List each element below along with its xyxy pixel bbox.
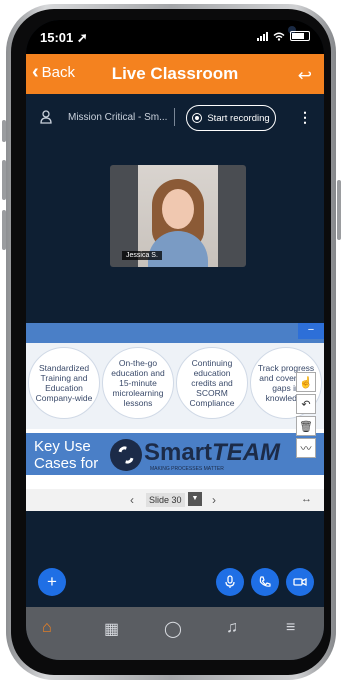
hand-icon[interactable]: ☝ (296, 372, 316, 392)
chart-icon[interactable]: 〰 (296, 438, 316, 458)
status-bar: 15:01 ➚ (26, 20, 324, 54)
record-icon (192, 113, 203, 123)
header-bar: ‹ Back Live Classroom ↩ (26, 54, 324, 94)
status-icons (257, 31, 310, 41)
bell-icon[interactable]: ♫ (226, 619, 238, 637)
slide-dropdown-icon[interactable]: ▼ (188, 492, 202, 506)
participant-name: Jessica S. (122, 251, 162, 260)
slide-circle: Standardized Training and Education Comp… (28, 347, 100, 419)
app-screen: 15:01 ➚ ‹ Back Live Classroom ↩ Mission … (26, 20, 324, 660)
user-icon[interactable] (40, 110, 52, 124)
status-time: 15:01 ➚ (40, 30, 88, 45)
slide-navigation: ‹ Slide 30 ▼ › ↔ (26, 489, 324, 511)
home-icon[interactable]: ⌂ (42, 619, 52, 637)
undo-icon[interactable]: ↶ (296, 394, 316, 414)
wifi-icon (273, 32, 285, 41)
slide-circle: Continuing education credits and SCORM C… (176, 347, 248, 419)
presentation-slide[interactable]: − Standardized Training and Education Co… (26, 323, 324, 511)
start-recording-button[interactable]: Start recording (186, 105, 276, 131)
calendar-icon[interactable]: ▦ (104, 619, 119, 639)
power-button (337, 180, 341, 240)
rotate-icon[interactable]: ↩ (298, 66, 312, 86)
video-face (162, 189, 194, 229)
minimize-button[interactable]: − (298, 323, 324, 339)
kebab-icon[interactable]: ⋮ (298, 109, 312, 126)
session-name: Mission Critical - Sm... (68, 112, 168, 123)
notch (110, 20, 296, 42)
key-use-band: Key Use Cases for SmartTEAM MAKING PROCE… (26, 433, 324, 475)
key-use-text: Key Use Cases for (34, 438, 98, 472)
key-use-line2: Cases for (34, 455, 99, 472)
mute-switch (2, 120, 6, 142)
bottom-tab-bar: ⌂ ▦ ◯ ♫ ≡ (26, 607, 324, 660)
session-bar: Mission Critical - Sm... Start recording… (26, 102, 324, 134)
logo-tagline: MAKING PROCESSES MATTER (150, 466, 224, 472)
smartteam-logo: SmartTEAM (144, 439, 280, 467)
next-slide-icon[interactable]: › (212, 493, 216, 507)
logo-text-a: Smart (144, 439, 213, 466)
slide-header-band (26, 323, 324, 343)
fit-width-icon[interactable]: ↔ (301, 493, 312, 505)
trash-icon[interactable]: 🗑 (296, 416, 316, 436)
volume-down-button (2, 210, 6, 250)
smartteam-logo-icon (110, 439, 142, 471)
slide-circles: Standardized Training and Education Comp… (26, 343, 324, 429)
logo-text-b: TEAM (212, 439, 281, 466)
slide-number: Slide 30 (146, 493, 185, 507)
video-camera-icon[interactable] (286, 568, 314, 596)
menu-icon[interactable]: ≡ (286, 619, 295, 637)
annotation-toolbar: ☝ ↶ 🗑 〰 (296, 372, 316, 460)
signal-icon (257, 31, 268, 41)
microphone-icon[interactable] (216, 568, 244, 596)
add-button[interactable]: + (38, 568, 66, 596)
chat-icon[interactable]: ◯ (164, 619, 182, 639)
phone-icon[interactable] (251, 568, 279, 596)
volume-up-button (2, 160, 6, 200)
participant-video[interactable]: Jessica S. (110, 165, 246, 267)
key-use-line1: Key Use (34, 438, 91, 455)
page-title: Live Classroom (111, 64, 239, 83)
divider (174, 108, 175, 126)
battery-icon (290, 31, 310, 41)
slide-circle: On-the-go education and 15-minute microl… (102, 347, 174, 419)
previous-slide-icon[interactable]: ‹ (130, 493, 134, 507)
record-label: Start recording (207, 112, 270, 124)
